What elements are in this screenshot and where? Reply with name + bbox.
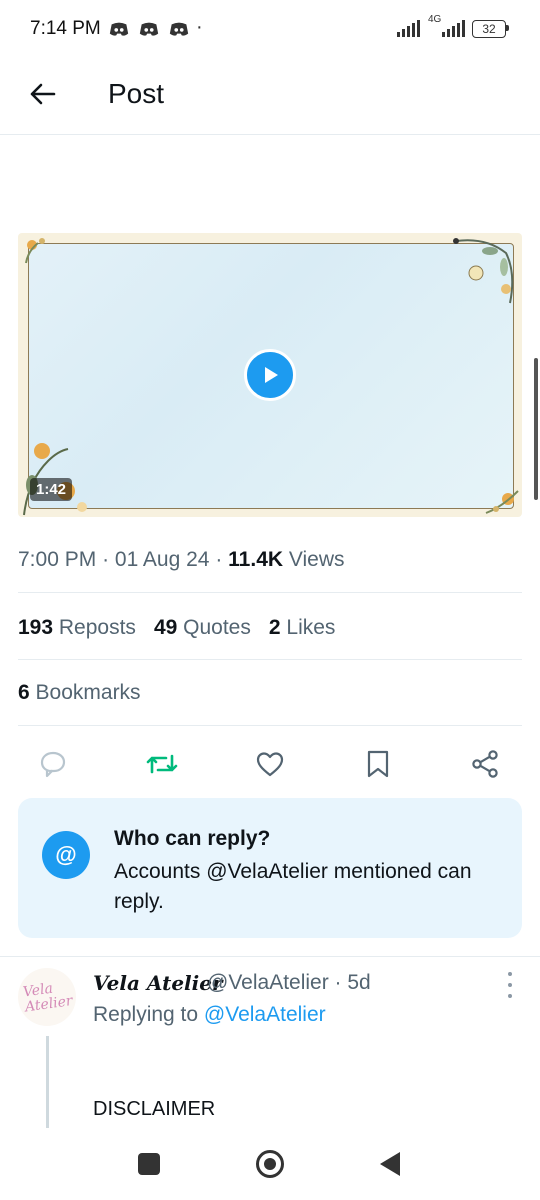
at-icon: @ xyxy=(42,831,90,879)
thread-line xyxy=(46,1036,49,1128)
bookmarks-link[interactable]: 6 Bookmarks xyxy=(18,681,141,705)
likes-label: Likes xyxy=(286,616,336,639)
recents-button[interactable] xyxy=(138,1153,160,1175)
video-duration: 1:42 xyxy=(30,478,73,501)
repost-icon xyxy=(146,754,178,774)
scrollbar[interactable] xyxy=(534,358,538,500)
bookmarks-divider xyxy=(18,725,522,726)
discord-icon xyxy=(109,22,129,36)
share-button[interactable] xyxy=(468,747,502,781)
bookmark-button[interactable] xyxy=(361,747,395,781)
quotes-link[interactable]: 49 Quotes xyxy=(154,616,251,640)
avatar-logo: Vela Atelier xyxy=(22,980,74,1016)
likes-count: 2 xyxy=(268,616,281,639)
reply-button[interactable] xyxy=(36,747,70,781)
post-date: 01 Aug 24 xyxy=(114,548,210,571)
avatar[interactable]: Vela Atelier xyxy=(18,968,76,1026)
who-can-reply-title: Who can reply? xyxy=(114,827,271,850)
replying-to-handle[interactable]: @VelaAtelier xyxy=(204,1003,326,1026)
play-button[interactable] xyxy=(244,349,296,401)
bookmarks-count: 6 xyxy=(18,681,30,704)
likes-link[interactable]: 2 Likes xyxy=(269,616,336,640)
bookmarks-label: Bookmarks xyxy=(35,681,141,704)
dot-icon xyxy=(508,983,512,987)
engagement-stats: 193 Reposts 49 Quotes 2 Likes xyxy=(18,616,335,640)
reply-display-name[interactable]: Vela Atelier xyxy=(93,971,223,995)
reposts-count: 193 xyxy=(18,616,54,639)
post-time: 7:00 PM xyxy=(18,548,97,571)
repost-button[interactable] xyxy=(145,747,179,781)
quotes-count: 49 xyxy=(153,616,178,639)
signal-icon xyxy=(442,20,465,37)
bookmark-icon xyxy=(367,750,389,778)
back-button[interactable] xyxy=(24,76,60,112)
battery-indicator: 32 xyxy=(472,20,506,38)
reply-text: DISCLAIMER xyxy=(93,1098,216,1120)
floral-corner-icon xyxy=(23,443,87,516)
dot-icon xyxy=(508,994,512,998)
notification-icons xyxy=(108,20,190,38)
who-can-reply-body: Accounts @VelaAtelier mentioned can repl… xyxy=(114,860,472,913)
meta-separator: · xyxy=(215,548,229,571)
reposts-label: Reposts xyxy=(58,616,136,639)
quotes-label: Quotes xyxy=(183,616,251,639)
nav-back-button[interactable] xyxy=(380,1152,400,1176)
header-divider xyxy=(0,134,540,135)
speech-bubble-icon xyxy=(40,751,66,778)
signal-icon xyxy=(397,20,420,37)
meta-divider xyxy=(18,592,522,593)
reposts-link[interactable]: 193 Reposts xyxy=(18,616,136,640)
status-dot: · xyxy=(196,16,203,38)
floral-corner-icon xyxy=(25,238,45,264)
floral-corner-icon xyxy=(453,238,514,304)
home-dot-icon xyxy=(264,1158,276,1170)
meta-separator: · xyxy=(102,548,115,571)
status-time: 7:14 PM xyxy=(30,18,101,39)
section-divider xyxy=(0,956,540,957)
stats-divider xyxy=(18,659,522,660)
arrow-left-icon xyxy=(30,83,56,105)
views-label: Views xyxy=(288,548,345,571)
discord-icon xyxy=(169,22,189,36)
floral-corner-icon xyxy=(485,490,519,514)
battery-tip xyxy=(506,25,509,31)
more-options-button[interactable] xyxy=(500,972,520,998)
views-count: 11.4K xyxy=(228,548,284,571)
home-button[interactable] xyxy=(256,1150,284,1178)
share-icon xyxy=(472,750,498,778)
discord-icon xyxy=(139,22,159,36)
play-icon xyxy=(265,367,278,383)
reply-handle-time: @VelaAtelier · 5d xyxy=(207,971,371,994)
replying-prefix: Replying to xyxy=(93,1003,199,1026)
dot-icon xyxy=(508,972,512,976)
page-title: Post xyxy=(108,78,165,109)
post-meta: 7:00 PM · 01 Aug 24 · 11.4K Views xyxy=(18,548,345,572)
heart-icon xyxy=(256,752,284,777)
like-button[interactable] xyxy=(253,747,287,781)
replying-to: Replying to @VelaAtelier xyxy=(93,1003,326,1027)
